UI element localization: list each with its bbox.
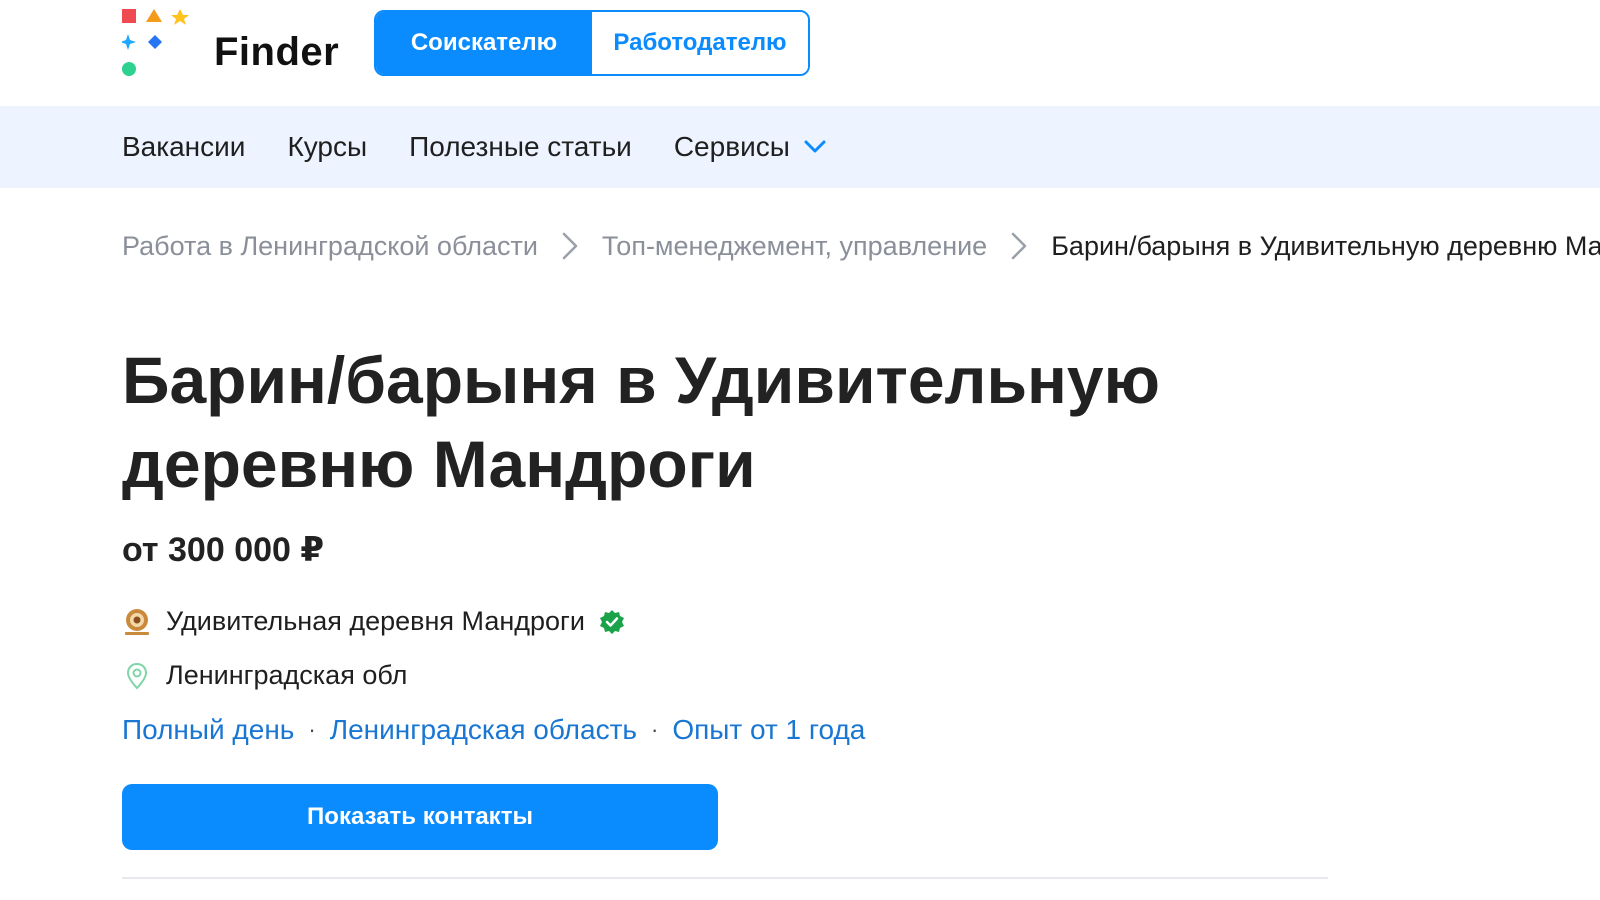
- tag-experience[interactable]: Опыт от 1 года: [672, 714, 865, 746]
- nav-item-services[interactable]: Сервисы: [674, 131, 826, 163]
- divider: [122, 877, 1328, 879]
- location-pin-icon: [126, 662, 148, 689]
- nav-item-label: Сервисы: [673, 131, 790, 162]
- audience-switch: Соискателю Работодателю: [374, 10, 810, 76]
- show-contacts-button[interactable]: Показать контакты: [122, 784, 718, 850]
- tab-job-seeker[interactable]: Соискателю: [376, 12, 592, 74]
- verified-badge-icon: [599, 609, 624, 634]
- page: Finder Соискателю Работодателю Вакансии …: [0, 0, 1600, 900]
- nav-item-articles[interactable]: Полезные статьи: [409, 131, 632, 163]
- nav-item-vacancies[interactable]: Вакансии: [122, 131, 245, 163]
- breadcrumb-item-region[interactable]: Работа в Ленинградской области: [122, 231, 538, 262]
- vacancy-title: Барин/барыня в Удивительную деревню Манд…: [122, 343, 1160, 501]
- tag-schedule[interactable]: Полный день: [122, 714, 294, 746]
- location-text: Ленинградская обл: [166, 660, 408, 690]
- nav-item-courses[interactable]: Курсы: [287, 131, 367, 163]
- vacancy-tags: Полный день · Ленинградская область · Оп…: [122, 714, 865, 746]
- main-nav: Вакансии Курсы Полезные статьи Сервисы: [0, 106, 1600, 188]
- nav-item-label: Курсы: [287, 131, 368, 162]
- logo[interactable]: Finder: [122, 8, 362, 80]
- chevron-right-icon: [1011, 232, 1027, 260]
- nav-item-label: Вакансии: [122, 131, 246, 162]
- chevron-right-icon: [562, 232, 578, 260]
- company-row: Удивительная деревня Мандроги: [122, 606, 625, 637]
- chevron-down-icon: [804, 140, 826, 153]
- company-name[interactable]: Удивительная деревня Мандроги: [166, 606, 585, 637]
- breadcrumb-item-current: Барин/барыня в Удивительную деревню Манд…: [1051, 230, 1600, 261]
- tab-employer[interactable]: Работодателю: [592, 12, 808, 74]
- header: Finder Соискателю Работодателю: [0, 0, 1600, 106]
- company-logo-icon: [125, 608, 149, 635]
- logo-text: Finder: [214, 30, 340, 74]
- logo-mark-icon: [122, 9, 189, 76]
- salary: от 300 000 ₽: [122, 531, 325, 569]
- tag-region[interactable]: Ленинградская область: [330, 714, 637, 746]
- separator-dot: ·: [650, 717, 659, 742]
- nav-item-label: Полезные статьи: [409, 131, 632, 162]
- breadcrumb: Работа в Ленинградской области Топ-менед…: [122, 226, 1600, 266]
- location-row: Ленинградская обл: [122, 660, 407, 691]
- breadcrumb-item-category[interactable]: Топ-менеджемент, управление: [602, 231, 987, 262]
- separator-dot: ·: [308, 717, 316, 742]
